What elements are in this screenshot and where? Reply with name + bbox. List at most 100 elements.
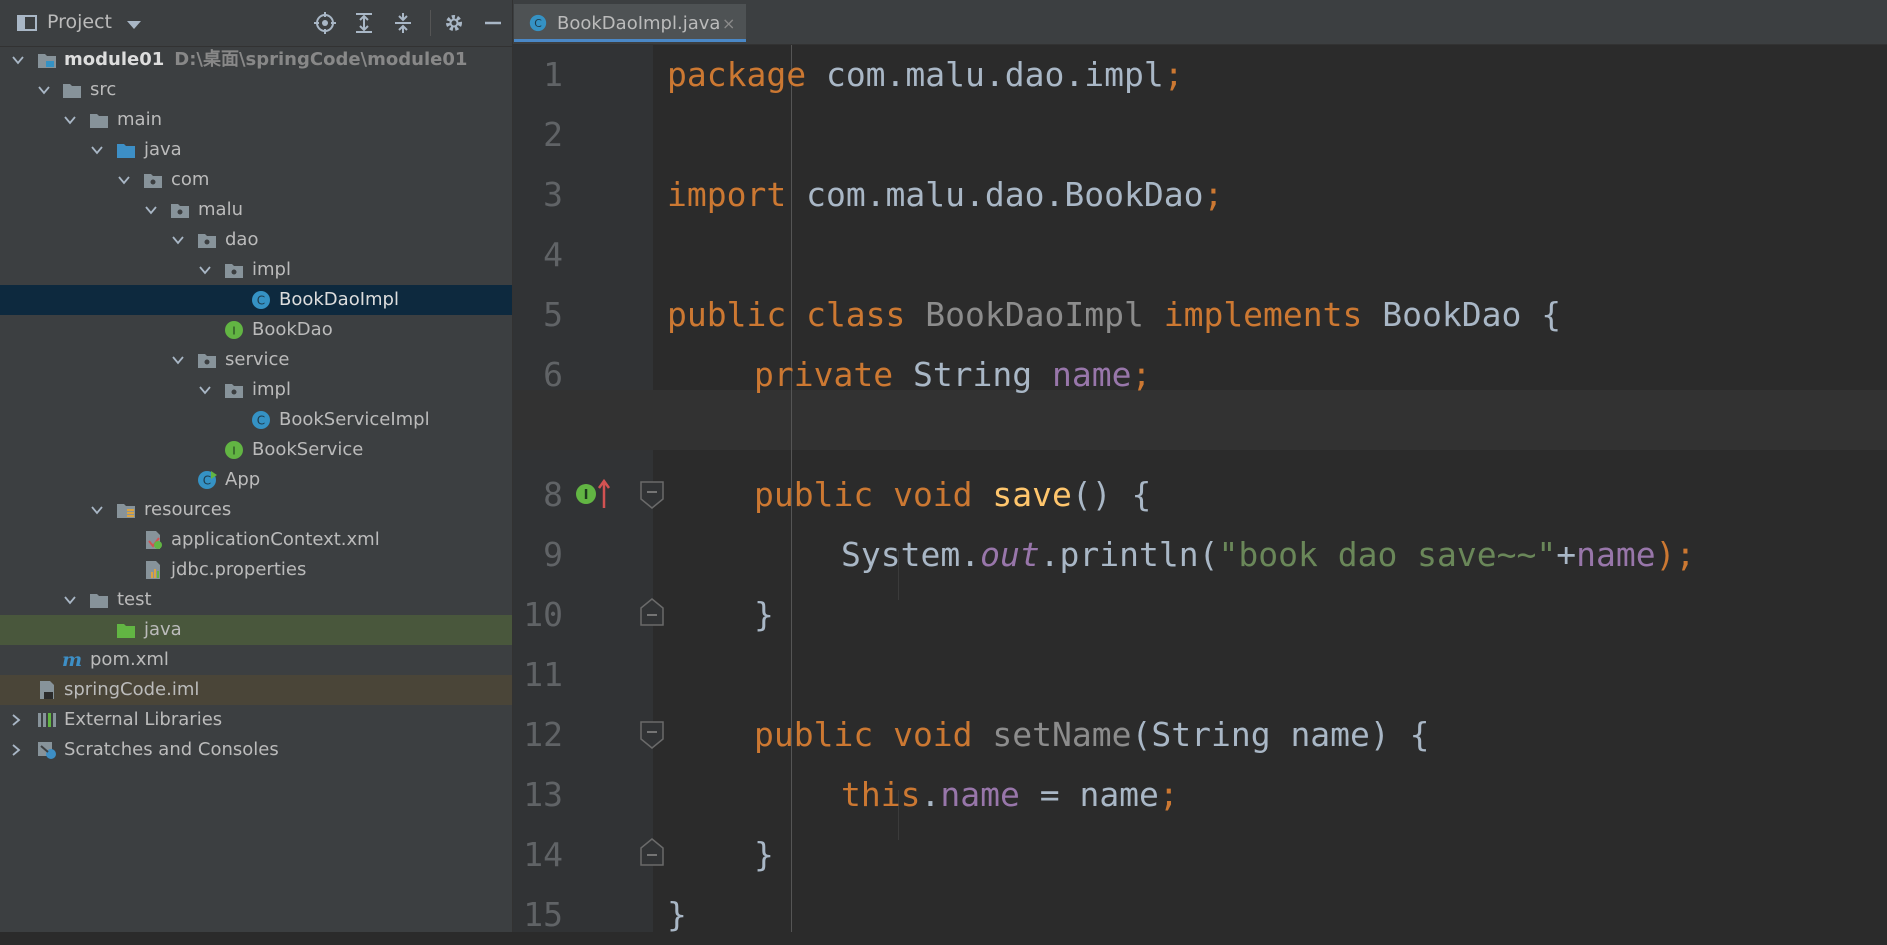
- folder-icon: [90, 594, 108, 608]
- tree-item-label: malu: [198, 199, 243, 220]
- tree-item-bookservice[interactable]: I BookService: [0, 435, 512, 465]
- line-number: 5: [543, 295, 563, 334]
- tree-item-label: pom.xml: [90, 649, 169, 670]
- test-source-folder-icon: [117, 624, 135, 638]
- tree-item-test[interactable]: test: [0, 585, 512, 615]
- tree-item-label: BookServiceImpl: [279, 409, 430, 430]
- project-panel-title[interactable]: Project: [47, 11, 112, 33]
- svg-text:m: m: [62, 649, 82, 671]
- chevron-down-icon[interactable]: [12, 54, 24, 66]
- tree-item-applicationcontext-xml[interactable]: applicationContext.xml: [0, 525, 512, 555]
- module-path: D:\桌面\springCode\module01: [174, 49, 468, 70]
- code-line-5: public class BookDaoImpl implements Book…: [667, 295, 1562, 334]
- expand-all-icon[interactable]: [351, 10, 377, 36]
- scratches-icon: [38, 742, 56, 759]
- folder-icon: [90, 114, 108, 128]
- maven-file-icon: m: [62, 649, 82, 671]
- tree-item-label: main: [117, 109, 162, 130]
- chevron-down-icon[interactable]: [172, 234, 184, 246]
- tree-item-bookserviceimpl[interactable]: C BookServiceImpl: [0, 405, 512, 435]
- line-number: 14: [523, 835, 563, 874]
- tree-item-label: External Libraries: [64, 709, 223, 730]
- tree-item-label: applicationContext.xml: [171, 529, 380, 550]
- close-tab-icon[interactable]: ×: [722, 14, 735, 33]
- tree-item-main[interactable]: main: [0, 105, 512, 135]
- chevron-right-icon[interactable]: [10, 744, 22, 756]
- implements-marker-icon[interactable]: I: [573, 476, 613, 512]
- tab-bookdaoimpl-java[interactable]: C BookDaoImpl.java ×: [514, 4, 746, 42]
- project-view-icon: [17, 15, 37, 31]
- tree-item-java-source[interactable]: java: [0, 135, 512, 165]
- class-icon: C: [252, 291, 270, 309]
- editor-area: C BookDaoImpl.java × 1 2 3 4 5 6 7 8 9 1…: [513, 0, 1887, 934]
- package-icon: [225, 264, 243, 278]
- tree-item-app[interactable]: C App: [0, 465, 512, 495]
- libraries-icon: [38, 713, 56, 727]
- package-icon: [198, 234, 216, 248]
- tree-item-src[interactable]: src: [0, 75, 512, 105]
- svg-text:I: I: [232, 325, 235, 338]
- tree-item-bookdao[interactable]: I BookDao: [0, 315, 512, 345]
- tree-item-malu[interactable]: malu: [0, 195, 512, 225]
- tree-item-scratches-consoles[interactable]: Scratches and Consoles: [0, 735, 512, 765]
- chevron-down-icon[interactable]: [199, 264, 211, 276]
- line-number: 4: [543, 235, 563, 274]
- tree-item-label: resources: [144, 499, 232, 520]
- code-editor[interactable]: package com.malu.dao.impl; import com.ma…: [653, 45, 1887, 934]
- svg-text:I: I: [584, 488, 589, 503]
- line-number: 9: [543, 535, 563, 574]
- tree-item-com[interactable]: com: [0, 165, 512, 195]
- code-line-12: public void setName(String name) {: [754, 715, 1430, 754]
- line-number: 12: [523, 715, 563, 754]
- chevron-down-icon[interactable]: [145, 204, 157, 216]
- code-line-13: this.name = name;: [841, 775, 1179, 814]
- tree-item-jdbc-properties[interactable]: jdbc.properties: [0, 555, 512, 585]
- tree-item-service[interactable]: service: [0, 345, 512, 375]
- code-line-10: }: [754, 595, 774, 634]
- locate-file-icon[interactable]: [312, 10, 338, 36]
- svg-text:C: C: [203, 474, 211, 488]
- hide-panel-icon[interactable]: [480, 10, 506, 36]
- chevron-down-icon[interactable]: [38, 84, 50, 96]
- tree-item-label: dao: [225, 229, 259, 250]
- tree-item-label: com: [171, 169, 210, 190]
- svg-text:I: I: [232, 445, 235, 458]
- chevron-down-icon[interactable]: [64, 594, 76, 606]
- tree-item-java-test[interactable]: java: [0, 615, 512, 645]
- chevron-right-icon[interactable]: [10, 714, 22, 726]
- tree-item-bookdaoimpl[interactable]: C BookDaoImpl: [0, 285, 512, 315]
- tree-item-service-impl[interactable]: impl: [0, 375, 512, 405]
- tree-item-dao[interactable]: dao: [0, 225, 512, 255]
- tree-item-dao-impl[interactable]: impl: [0, 255, 512, 285]
- chevron-down-icon[interactable]: [91, 504, 103, 516]
- chevron-down-icon[interactable]: [64, 114, 76, 126]
- tree-item-pom-xml[interactable]: m pom.xml: [0, 645, 512, 675]
- chevron-down-icon[interactable]: [118, 174, 130, 186]
- header-divider: [430, 10, 431, 36]
- source-folder-icon: [117, 144, 135, 158]
- line-number: 11: [523, 655, 563, 694]
- tree-item-label: java: [144, 139, 182, 160]
- tree-item-module01[interactable]: module01 D:\桌面\springCode\module01: [0, 45, 512, 75]
- gear-icon[interactable]: [441, 10, 467, 36]
- line-number: 8: [543, 475, 563, 514]
- class-icon: C: [529, 14, 547, 32]
- collapse-all-icon[interactable]: [390, 10, 416, 36]
- folder-icon: [63, 84, 81, 98]
- tree-item-label: test: [117, 589, 152, 610]
- code-line-3: import com.malu.dao.BookDao;: [667, 175, 1224, 214]
- dropdown-arrow-icon[interactable]: [121, 12, 147, 38]
- tree-item-label: module01 D:\桌面\springCode\module01: [64, 49, 468, 70]
- tree-item-label: Scratches and Consoles: [64, 739, 279, 760]
- tree-item-resources[interactable]: resources: [0, 495, 512, 525]
- tree-item-springcode-iml[interactable]: springCode.iml: [0, 675, 512, 705]
- project-panel-header: Project: [0, 0, 512, 47]
- line-number: 2: [543, 115, 563, 154]
- chevron-down-icon[interactable]: [199, 384, 211, 396]
- class-icon: C: [252, 411, 270, 429]
- tree-item-label: BookDao: [252, 319, 333, 340]
- chevron-down-icon[interactable]: [172, 354, 184, 366]
- tree-item-external-libraries[interactable]: External Libraries: [0, 705, 512, 735]
- tree-item-label: impl: [252, 379, 291, 400]
- chevron-down-icon[interactable]: [91, 144, 103, 156]
